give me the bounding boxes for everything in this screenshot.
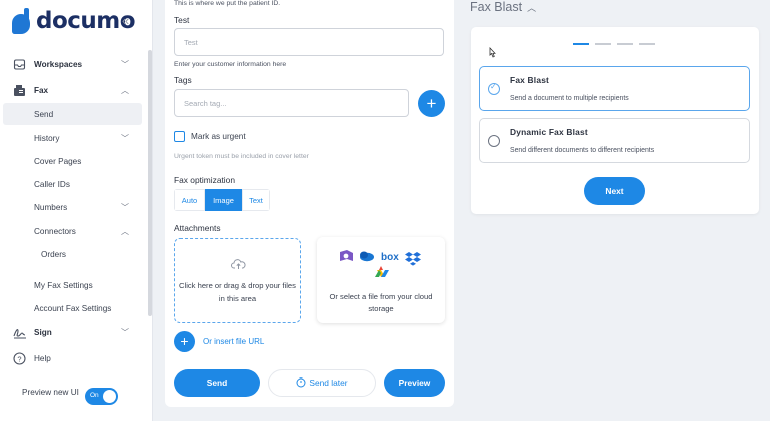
sidebar-item-workspaces[interactable]: Workspaces ﹀ [0,53,145,75]
sidebar-item-send[interactable]: Send [3,103,142,125]
box-icon: box [381,252,399,263]
sidebar-scrollbar[interactable] [148,50,152,316]
signature-icon [13,326,26,339]
insert-file-url-link[interactable]: Or insert file URL [203,337,264,346]
chevron-down-icon: ﹀ [121,202,129,212]
radio-selected-icon [488,82,500,95]
chevron-down-icon: ﹀ [121,327,129,337]
patient-id-hint: This is where we put the patient ID. [174,0,281,7]
sidebar-item-numbers[interactable]: Numbers ﹀ [0,196,145,218]
help-icon: ? [13,351,26,365]
send-fax-form: This is where we put the patient ID. Tes… [165,0,454,407]
tag-search-input[interactable]: Search tag... [174,89,409,117]
cloud-upload-icon [231,257,246,275]
urgent-checkbox[interactable] [174,131,185,142]
optimization-text[interactable]: Text [242,189,270,211]
step-2 [595,43,611,45]
onedrive-cloud-icon [360,251,374,262]
sidebar-item-sign[interactable]: Sign ﹀ [0,321,145,343]
chevron-up-icon: ︿ [121,226,129,236]
sidebar-item-orders[interactable]: Orders [0,243,145,265]
collapse-sidebar-icon[interactable]: « [122,13,129,28]
preview-button[interactable]: Preview [384,369,445,397]
test-input[interactable]: Test [174,28,444,56]
sidebar-item-history[interactable]: History ﹀ [0,127,145,149]
step-1 [573,43,589,45]
radio-icon [488,135,500,147]
fax-blast-header[interactable]: Fax Blast ︿ [470,0,536,14]
next-button[interactable]: Next [584,177,645,205]
add-tag-button[interactable]: + [418,90,445,117]
option-dynamic-fax-blast[interactable]: Dynamic Fax Blast Send different documen… [479,118,750,163]
urgent-hint: Urgent token must be included in cover l… [174,153,309,160]
optimization-auto[interactable]: Auto [174,189,205,211]
mouse-pointer-icon [488,46,497,61]
dropbox-icon [405,252,421,266]
sidebar: documo « Workspaces ﹀ Fax ︿ Send History… [0,0,153,421]
sidebar-item-account-fax-settings[interactable]: Account Fax Settings [0,297,145,319]
fax-icon [13,84,26,97]
preview-new-ui-toggle[interactable]: On [85,388,118,405]
onedrive-icon [340,250,353,261]
inbox-icon [13,58,26,71]
google-drive-icon [375,266,389,277]
sidebar-item-fax[interactable]: Fax ︿ [0,79,145,101]
cloud-storage-picker[interactable]: box Or select a file from your cloud sto… [317,237,445,323]
insert-url-button[interactable]: + [174,331,195,352]
svg-text:?: ? [17,354,21,363]
attachments-label: Attachments [174,223,221,233]
logo-icon [12,8,32,34]
option-fax-blast[interactable]: Fax Blast Send a document to multiple re… [479,66,750,111]
chevron-up-icon[interactable]: ︿ [527,1,536,14]
test-field-label: Test [174,15,190,25]
step-4 [639,43,655,45]
timer-icon [296,376,306,390]
cloud-provider-icons: box [340,250,421,277]
step-indicator [573,43,655,45]
sidebar-item-cover-pages[interactable]: Cover Pages [0,150,145,172]
sidebar-item-my-fax-settings[interactable]: My Fax Settings [0,274,145,296]
optimization-image[interactable]: Image [205,189,242,211]
fax-optimization-selector: Auto Image Text [174,189,270,211]
send-button[interactable]: Send [174,369,260,397]
chevron-down-icon: ﹀ [121,59,129,69]
sidebar-item-connectors[interactable]: Connectors ︿ [0,220,145,242]
fax-blast-card: Fax Blast Send a document to multiple re… [471,27,759,214]
file-drop-zone[interactable]: Click here or drag & drop your files in … [174,238,301,323]
tags-label: Tags [174,75,192,85]
test-helper-text: Enter your customer information here [174,61,287,68]
fax-optimization-label: Fax optimization [174,175,235,185]
documo-logo[interactable]: documo [12,6,136,36]
chevron-down-icon: ﹀ [121,133,129,143]
step-3 [617,43,633,45]
toggle-knob [103,390,116,403]
send-later-button[interactable]: Send later [268,369,376,397]
sidebar-item-help[interactable]: ? Help [0,347,145,369]
chevron-up-icon: ︿ [121,85,129,95]
urgent-label: Mark as urgent [191,132,246,141]
sidebar-item-caller-ids[interactable]: Caller IDs [0,173,145,195]
preview-new-ui-label: Preview new UI [22,388,79,397]
brand-name: documo [36,8,136,34]
